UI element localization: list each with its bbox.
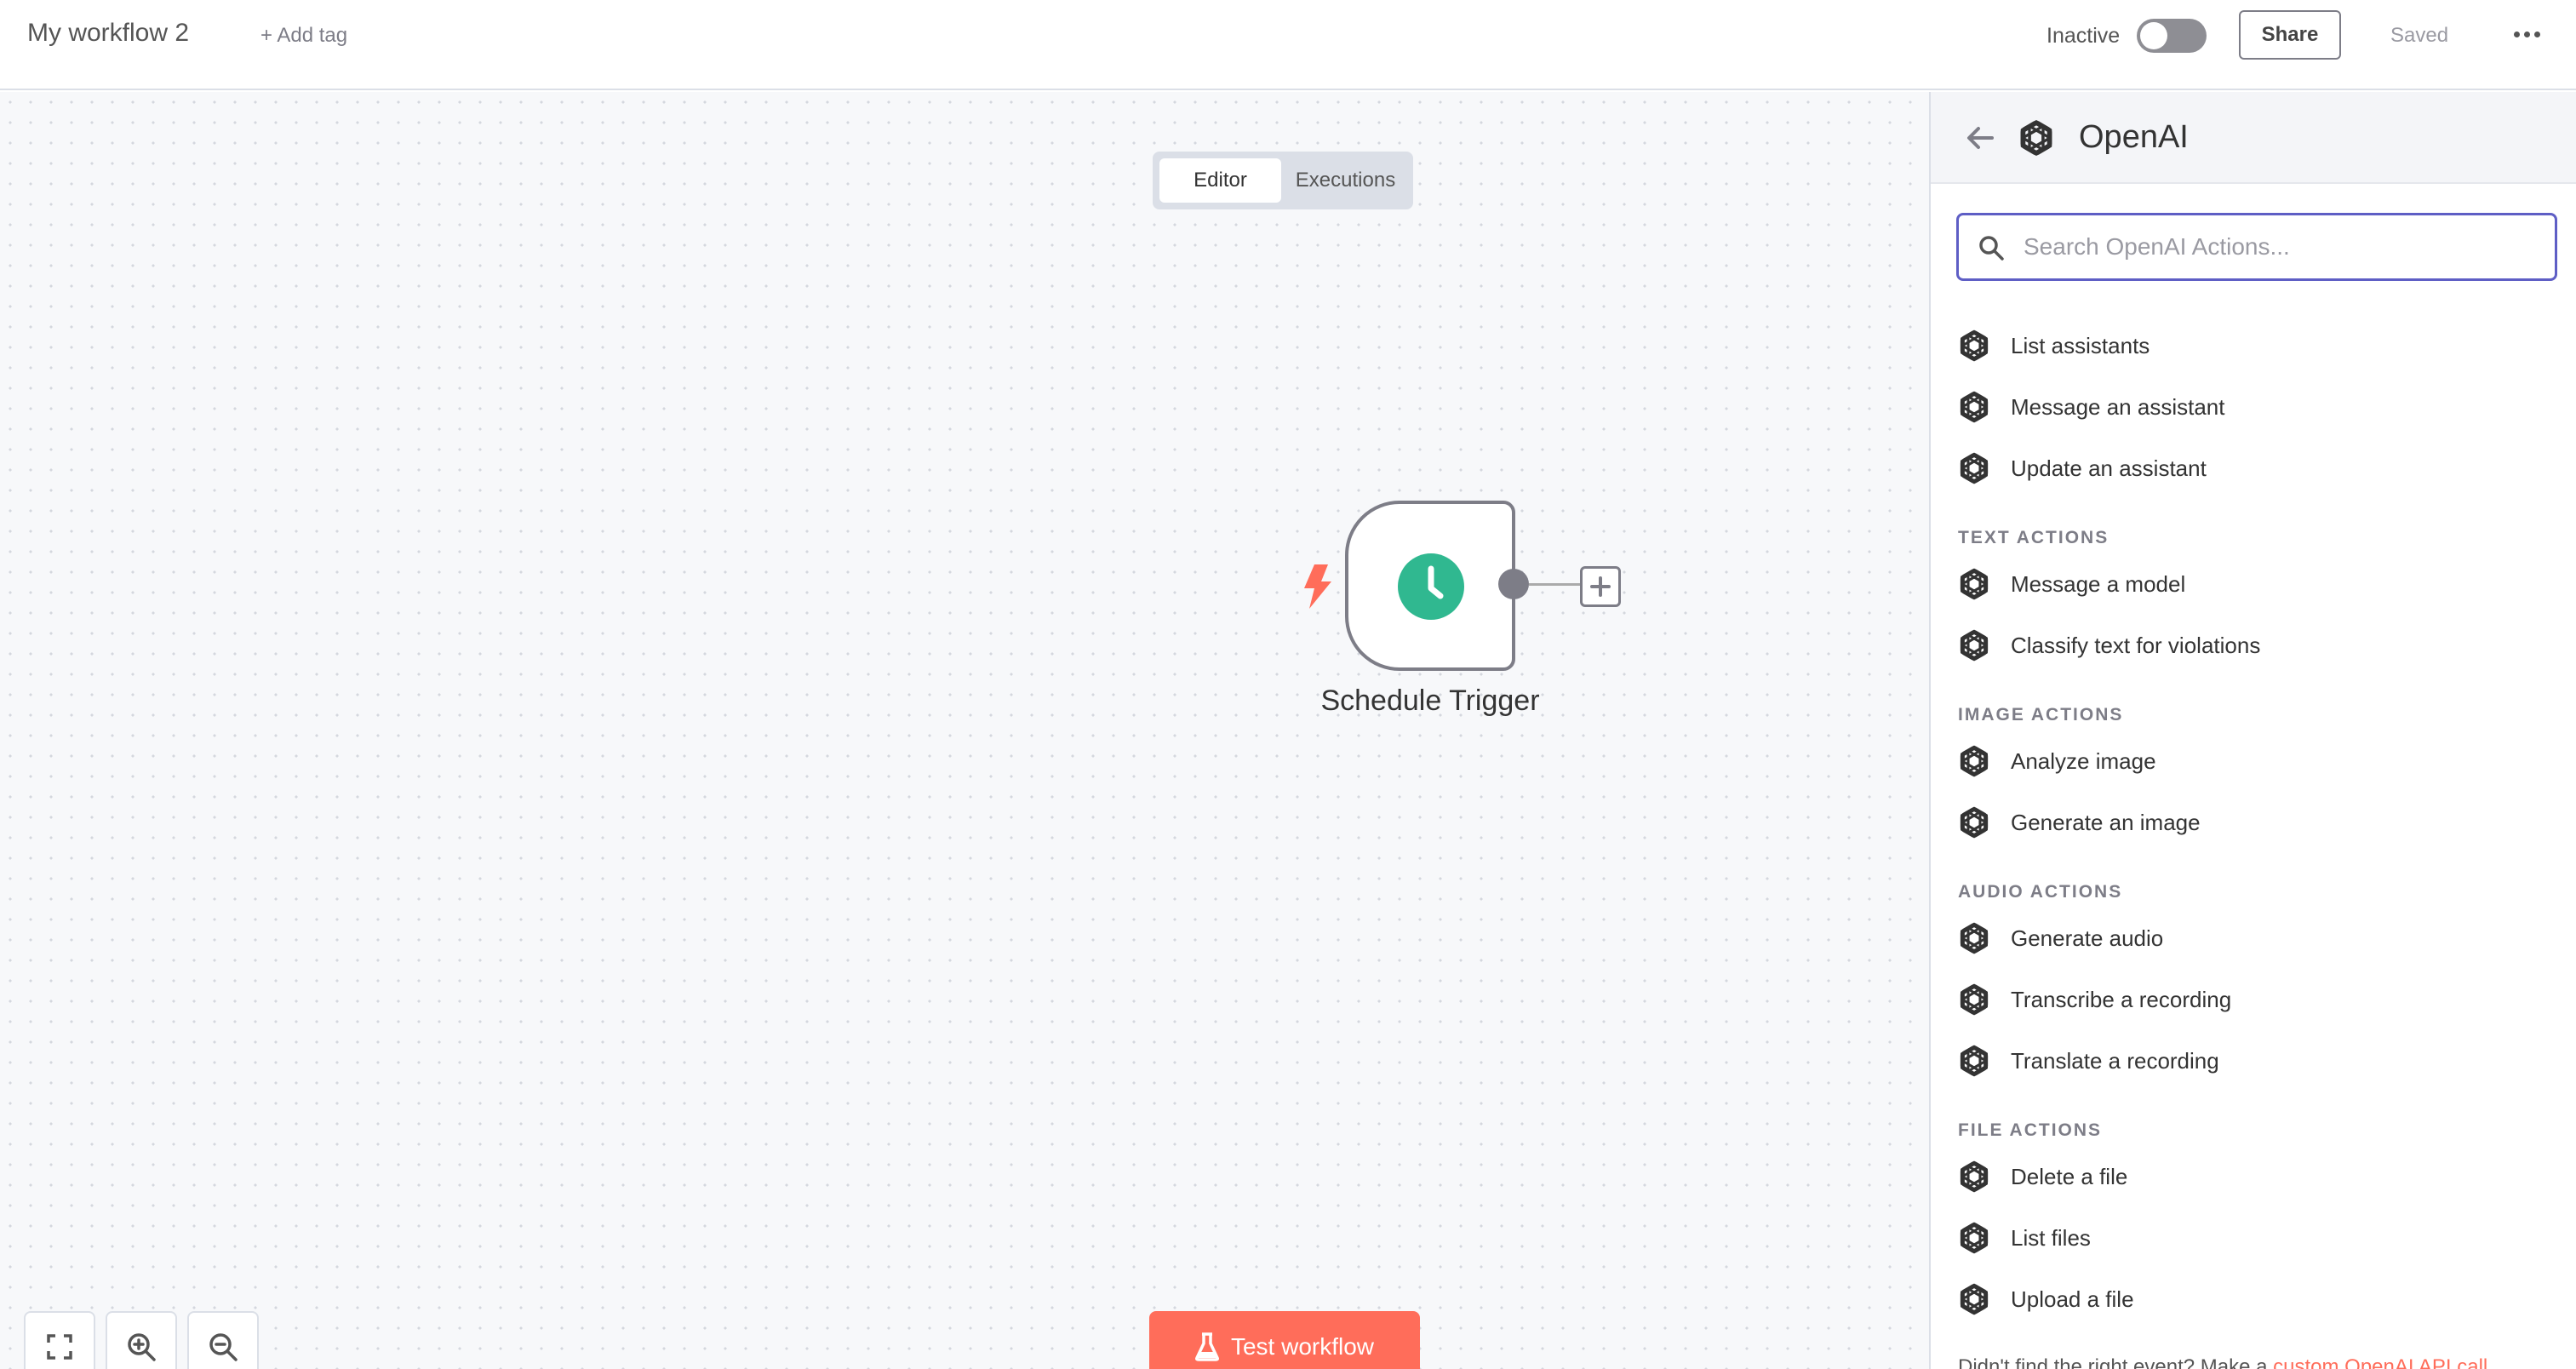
share-button[interactable]: Share (2239, 10, 2341, 60)
test-workflow-label: Test workflow (1230, 1333, 1375, 1360)
add-node-button[interactable] (1580, 566, 1621, 607)
openai-icon (1956, 450, 1992, 486)
schedule-trigger-node[interactable] (1345, 501, 1515, 671)
search-input[interactable] (2024, 222, 2534, 272)
action-analyze-image[interactable]: Analyze image (1956, 736, 2552, 787)
openai-icon (1956, 982, 1992, 1017)
openai-icon (1956, 627, 1992, 663)
zoom-out-button[interactable] (187, 1311, 259, 1369)
panel-header: OpenAI (1931, 92, 2576, 184)
openai-icon (1956, 1281, 1992, 1317)
action-generate-image[interactable]: Generate an image (1956, 797, 2552, 848)
plus-icon (1590, 576, 1611, 597)
workflow-title[interactable]: My workflow 2 (27, 19, 189, 48)
back-arrow-icon[interactable] (1963, 121, 1997, 155)
openai-icon (1956, 328, 1992, 364)
clock-icon (1398, 553, 1464, 620)
section-text-actions: TEXT ACTIONS (1958, 528, 2109, 547)
zoom-in-button[interactable] (106, 1311, 177, 1369)
saved-status: Saved (2390, 24, 2449, 47)
openai-icon (1956, 1159, 1992, 1194)
openai-icon (1956, 566, 1992, 602)
zoom-out-icon (209, 1333, 238, 1361)
action-delete-file[interactable]: Delete a file (1956, 1151, 2552, 1202)
openai-icon (1956, 743, 1992, 779)
node-label: Schedule Trigger (1320, 684, 1540, 717)
more-options-icon[interactable] (2511, 19, 2542, 49)
section-file-actions: FILE ACTIONS (1958, 1120, 2103, 1140)
workflow-status-label: Inactive (2046, 24, 2121, 48)
fullscreen-icon (47, 1334, 72, 1360)
section-audio-actions: AUDIO ACTIONS (1958, 882, 2123, 902)
openai-icon (1956, 920, 1992, 956)
add-tag-button[interactable]: + Add tag (260, 24, 347, 48)
flask-icon (1194, 1332, 1219, 1361)
tab-executions[interactable]: Executions (1285, 158, 1406, 203)
toggle-knob (2140, 22, 2167, 49)
search-box (1956, 213, 2557, 281)
panel-title: OpenAI (2079, 119, 2189, 155)
action-classify-text[interactable]: Classify text for violations (1956, 620, 2552, 671)
tab-editor[interactable]: Editor (1159, 158, 1281, 203)
action-list-files[interactable]: List files (1956, 1212, 2552, 1263)
openai-icon (1956, 1220, 1992, 1256)
openai-icon (1956, 389, 1992, 425)
action-generate-audio[interactable]: Generate audio (1956, 913, 2552, 964)
custom-api-call-link[interactable]: custom OpenAI API call (2273, 1355, 2487, 1369)
workflow-canvas[interactable]: Editor Executions Schedule Trigger Test … (0, 92, 1929, 1369)
top-header: My workflow 2 + Add tag Inactive Share S… (0, 0, 2576, 90)
active-toggle[interactable] (2137, 19, 2207, 53)
action-upload-file[interactable]: Upload a file (1956, 1274, 2552, 1325)
openai-logo-icon (2016, 117, 2057, 158)
node-connector-line (1529, 583, 1582, 586)
node-creator-panel: OpenAI List assistants Message an assist… (1929, 92, 2576, 1369)
action-message-model[interactable]: Message a model (1956, 558, 2552, 610)
zoom-in-icon (128, 1333, 156, 1361)
openai-icon (1956, 1043, 1992, 1079)
openai-icon (1956, 805, 1992, 840)
action-transcribe-recording[interactable]: Transcribe a recording (1956, 974, 2552, 1025)
trigger-bolt-icon (1304, 564, 1331, 609)
test-workflow-button[interactable]: Test workflow (1149, 1311, 1420, 1369)
action-message-assistant[interactable]: Message an assistant (1956, 381, 2552, 432)
search-icon (1979, 236, 2004, 261)
action-translate-recording[interactable]: Translate a recording (1956, 1035, 2552, 1086)
view-tabs: Editor Executions (1153, 152, 1413, 209)
action-list-assistants[interactable]: List assistants (1956, 320, 2552, 371)
custom-api-note: Didn't find the right event? Make a cust… (1958, 1355, 2487, 1369)
fit-view-button[interactable] (24, 1311, 95, 1369)
section-image-actions: IMAGE ACTIONS (1958, 705, 2124, 725)
action-update-assistant[interactable]: Update an assistant (1956, 443, 2552, 494)
node-output-handle[interactable] (1498, 569, 1529, 599)
